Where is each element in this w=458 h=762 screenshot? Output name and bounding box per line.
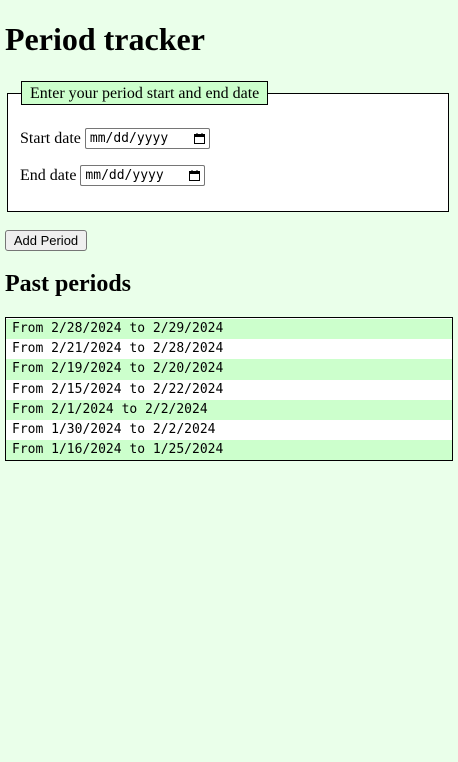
period-form: Enter your period start and end date Sta… xyxy=(7,81,449,212)
list-item: From 2/15/2024 to 2/22/2024 xyxy=(6,379,452,400)
calendar-icon[interactable] xyxy=(193,133,205,144)
list-item: From 2/21/2024 to 2/28/2024 xyxy=(6,339,452,360)
past-periods-title: Past periods xyxy=(5,271,131,297)
start-date-label: Start date xyxy=(20,129,81,147)
list-item: From 1/30/2024 to 2/2/2024 xyxy=(6,419,452,441)
form-legend: Enter your period start and end date xyxy=(21,81,269,105)
end-date-input[interactable]: mm/dd/yyyy xyxy=(80,165,206,186)
page-title: Period tracker xyxy=(5,21,205,57)
start-date-row: Start date mm/dd/yyyy xyxy=(20,128,210,149)
start-date-input[interactable]: mm/dd/yyyy xyxy=(84,128,210,149)
calendar-icon[interactable] xyxy=(189,170,201,181)
list-item: From 1/16/2024 to 1/25/2024 xyxy=(6,440,452,461)
list-item: From 2/19/2024 to 2/20/2024 xyxy=(6,359,452,380)
add-period-button[interactable]: Add Period xyxy=(5,230,87,251)
list-item: From 2/1/2024 to 2/2/2024 xyxy=(6,399,452,420)
list-item: From 2/28/2024 to 2/29/2024 xyxy=(6,319,452,340)
end-date-row: End date mm/dd/yyyy xyxy=(20,165,206,186)
end-date-label: End date xyxy=(20,166,77,184)
past-periods-list: From 2/28/2024 to 2/29/2024 From 2/21/20… xyxy=(5,317,453,461)
end-date-value: mm/dd/yyyy xyxy=(85,168,164,183)
start-date-value: mm/dd/yyyy xyxy=(89,131,169,146)
